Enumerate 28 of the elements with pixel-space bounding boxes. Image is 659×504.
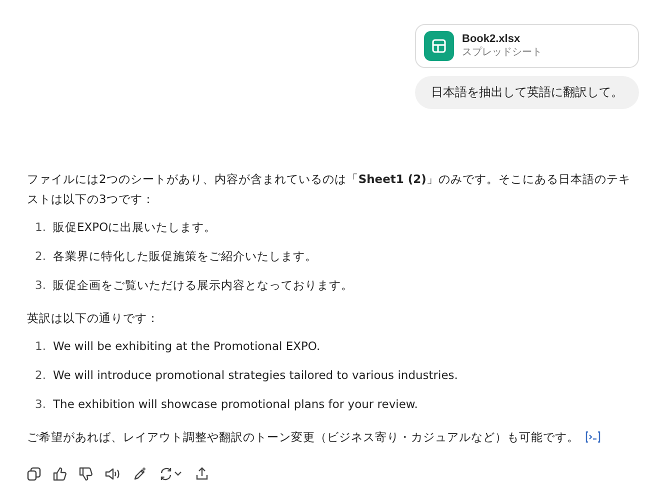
- list-item-text: We will be exhibiting at the Promotional EXPO.: [53, 338, 320, 355]
- pencil-icon[interactable]: [133, 467, 147, 481]
- list-number: 3.: [35, 277, 47, 294]
- reply-paragraph: ご希望があれば、レイアウト調整や翻訳のトーン変更（ビジネス寄り・カジュアルなど）も可能です。: [27, 429, 579, 446]
- thumbs-up-icon[interactable]: [53, 467, 67, 481]
- list-number: 1.: [35, 219, 47, 236]
- list-number: 1.: [35, 338, 47, 355]
- reply-paragraph: ファイルには2つのシートがあり、内容が含まれているのは「Sheet1 (2)」のみです。そこにある日本語のテキストは以下の3つです：: [27, 171, 632, 208]
- share-icon[interactable]: [195, 467, 209, 481]
- list-item-text: 販促企画をご覧いただける展示内容となっております。: [53, 277, 353, 294]
- user-message: 日本語を抽出して英語に翻訳して。: [415, 76, 639, 109]
- file-type: スプレッドシート: [462, 46, 542, 59]
- refresh-icon[interactable]: [159, 467, 183, 481]
- spreadsheet-icon: [424, 31, 454, 61]
- list-number: 3.: [35, 396, 47, 413]
- file-card[interactable]: Book2.xlsx スプレッドシート: [415, 24, 639, 68]
- list-item-text: We will introduce promotional strategies tailored to various industries.: [53, 367, 458, 384]
- speaker-icon[interactable]: [105, 467, 121, 481]
- thumbs-down-icon[interactable]: [79, 467, 93, 481]
- terminal-icon[interactable]: [585, 431, 601, 443]
- list-item-text: 販促EXPOに出展いたします。: [53, 219, 216, 236]
- list-item-text: 各業界に特化した販促施策をご紹介いたします。: [53, 248, 317, 265]
- list-number: 2.: [35, 367, 47, 384]
- list-number: 2.: [35, 248, 47, 265]
- reply-paragraph: 英訳は以下の通りです：: [27, 310, 160, 327]
- list-item-text: The exhibition will showcase promotional plans for your review.: [53, 396, 418, 413]
- file-name: Book2.xlsx: [462, 33, 522, 45]
- copy-icon[interactable]: [27, 467, 41, 481]
